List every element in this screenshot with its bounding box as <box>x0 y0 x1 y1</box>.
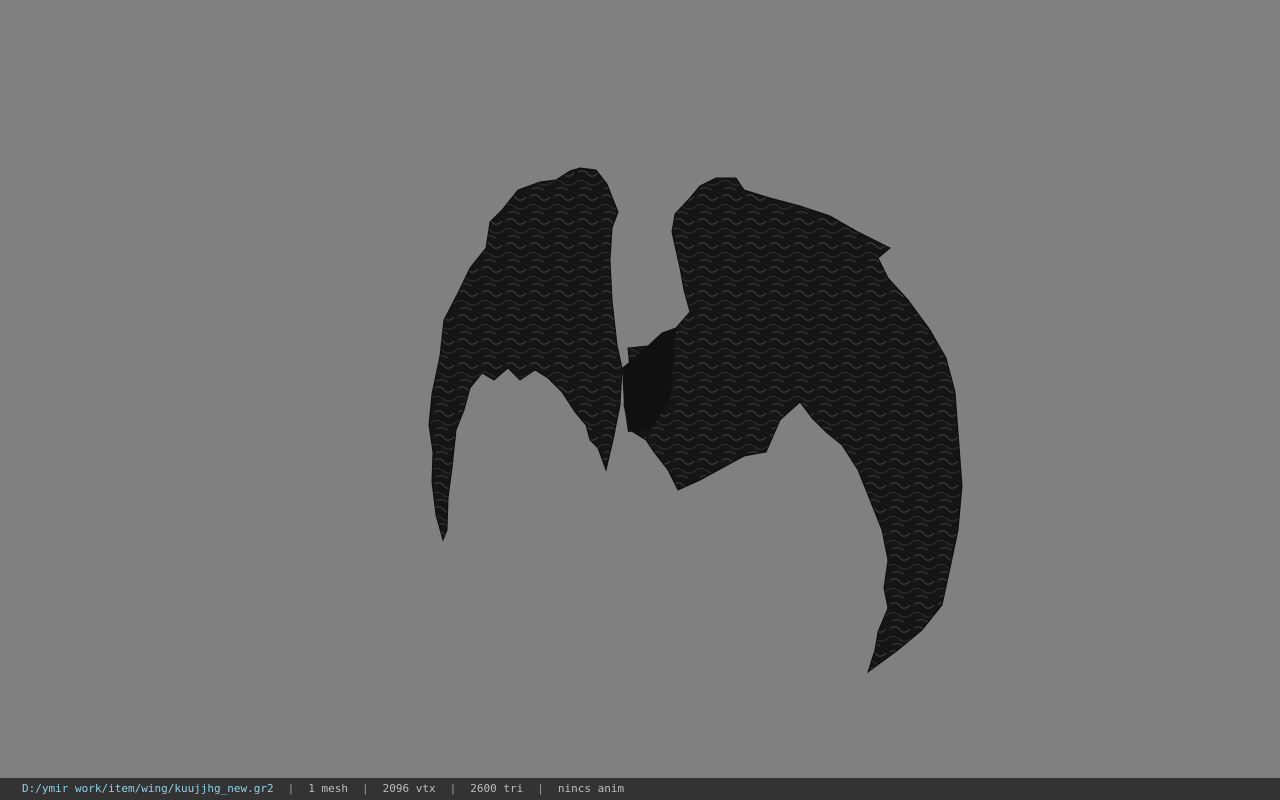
separator: | <box>287 782 295 795</box>
wing-model[interactable] <box>0 0 1280 778</box>
separator: | <box>362 782 369 795</box>
file-path: D:/ymir work/item/wing/kuujjhg_new.gr2 <box>22 782 274 795</box>
triangle-count: 2600 tri <box>470 782 524 795</box>
mesh-count: 1 mesh <box>308 782 349 795</box>
status-bar: D:/ymir work/item/wing/kuujjhg_new.gr2 | 1… <box>0 778 1280 800</box>
right-wing <box>623 177 963 674</box>
separator: | <box>449 782 457 795</box>
vertex-count: 2096 vtx <box>382 782 436 795</box>
animation-status: nincs anim <box>557 782 625 795</box>
separator: | <box>537 782 544 795</box>
3d-viewport[interactable] <box>0 0 1280 778</box>
left-wing <box>428 167 623 542</box>
